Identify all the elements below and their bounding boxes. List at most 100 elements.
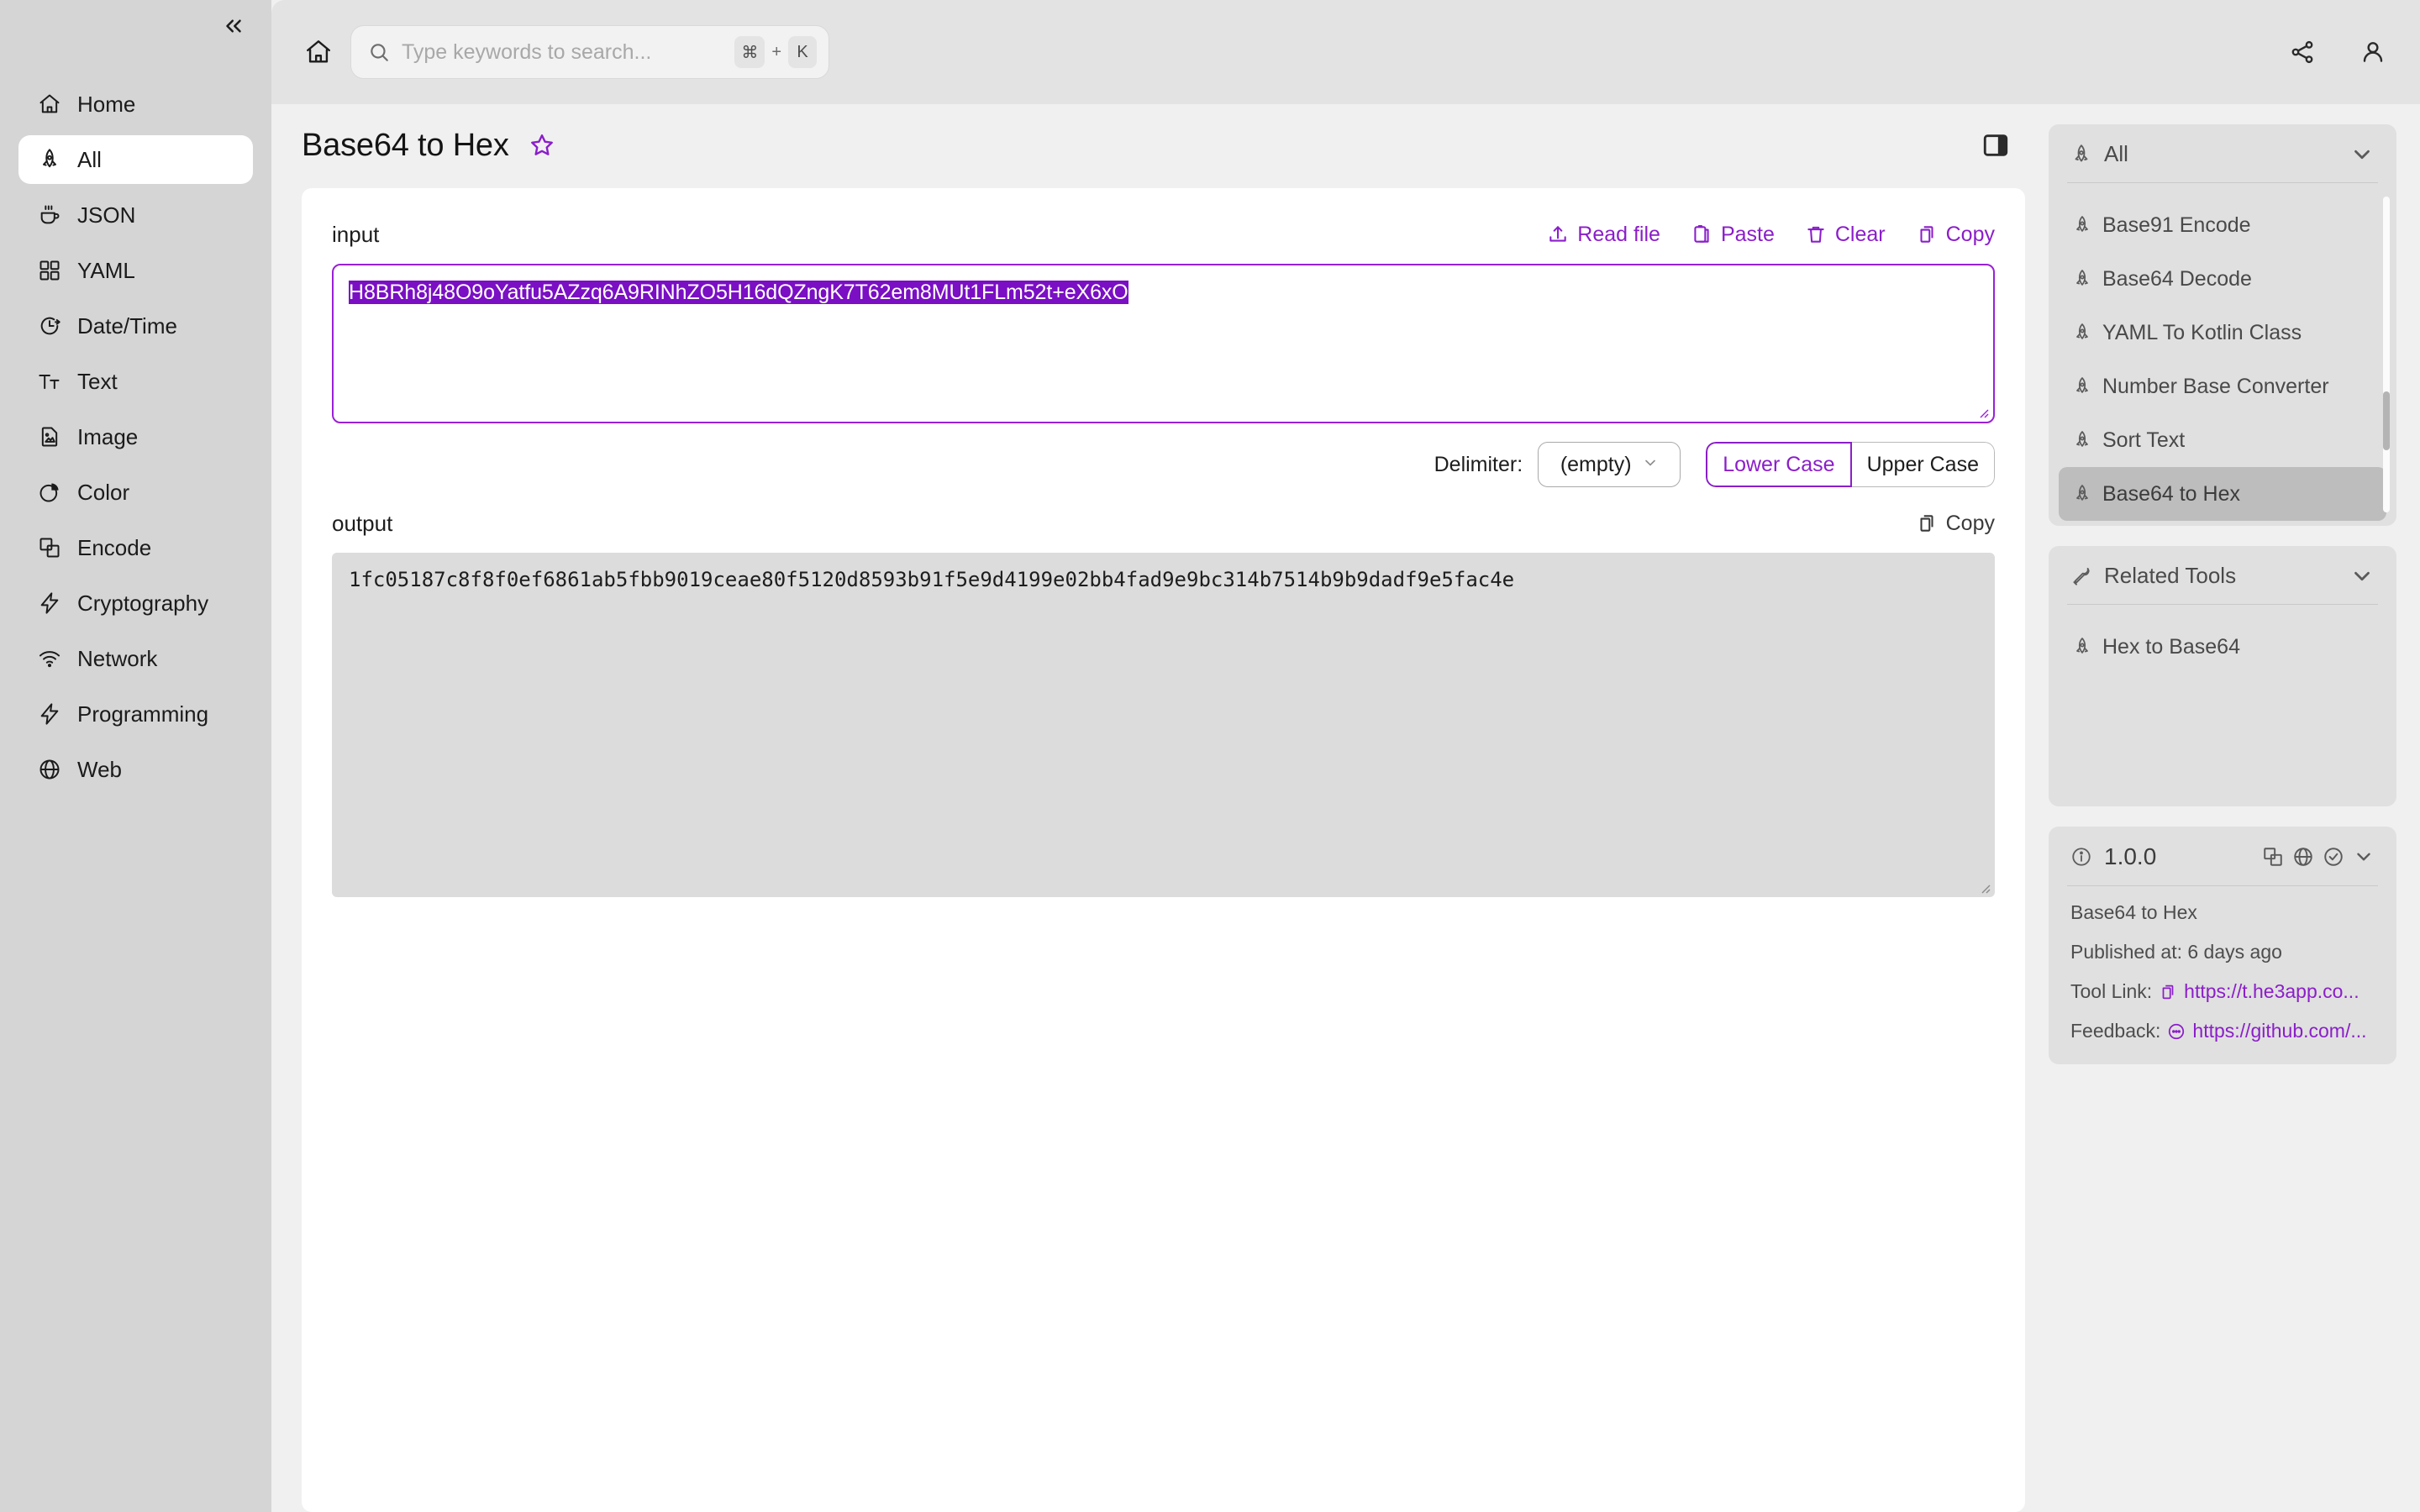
share-icon[interactable]: [2286, 35, 2319, 69]
search-input[interactable]: Type keywords to search... ⌘ + K: [350, 25, 829, 79]
sidebar-item-home[interactable]: Home: [18, 80, 253, 129]
related-panel-title: Related Tools: [2104, 563, 2237, 588]
sidebar-item-network[interactable]: Network: [18, 634, 253, 683]
kbd-command: ⌘: [734, 36, 765, 68]
tool-link[interactable]: https://t.he3app.co...: [2184, 980, 2359, 1003]
output-textarea[interactable]: 1fc05187c8f8f0ef6861ab5fbb9019ceae80f512…: [332, 553, 1995, 897]
related-tools-panel: Related Tools Hex to Base64: [2049, 546, 2396, 806]
related-panel-header[interactable]: Related Tools: [2049, 546, 2396, 604]
sidebar-item-label: Encode: [77, 534, 152, 560]
sidebar-collapse-row: [0, 0, 271, 52]
left-sidebar: Home All JSON YAML Date/Time Text Image …: [0, 0, 271, 1512]
sidebar-item-cryptography[interactable]: Cryptography: [18, 579, 253, 627]
wrench-icon: [2070, 565, 2092, 587]
output-value: 1fc05187c8f8f0ef6861ab5fbb9019ceae80f512…: [349, 568, 1515, 591]
version-panel: 1.0.0 Base64 to Hex Published at: 6 days…: [2049, 827, 2396, 1064]
resize-handle-output[interactable]: [1977, 880, 1991, 894]
clock-icon: [37, 313, 62, 339]
list-item[interactable]: Number Base Converter: [2059, 360, 2386, 413]
upper-case-button[interactable]: Upper Case: [1851, 442, 1995, 487]
layers-icon[interactable]: [2262, 846, 2284, 868]
sidebar-item-label: Text: [77, 368, 118, 394]
tool-card: input Read file Paste Clear Copy H8BRh8j…: [302, 188, 2025, 1512]
list-item[interactable]: YAML To Kotlin Class: [2059, 306, 2386, 360]
rocket-icon: [2072, 484, 2092, 504]
panel-right-icon[interactable]: [1980, 129, 2012, 161]
copy-input-button[interactable]: Copy: [1916, 223, 1995, 247]
options-row: Delimiter: (empty) Lower Case Upper Case: [332, 442, 1995, 487]
feedback-link[interactable]: https://github.com/...: [2192, 1020, 2366, 1042]
chevrons-left-icon[interactable]: [218, 10, 250, 42]
scrollbar-thumb[interactable]: [2383, 391, 2390, 450]
copy-icon[interactable]: [2159, 983, 2177, 1001]
sidebar-item-yaml[interactable]: YAML: [18, 246, 253, 295]
clear-button[interactable]: Clear: [1805, 223, 1886, 247]
message-icon[interactable]: [2167, 1022, 2186, 1041]
input-value: H8BRh8j48O9oYatfu5AZzq6A9RINhZO5H16dQZng…: [349, 281, 1128, 304]
rocket-icon: [2072, 269, 2092, 289]
tool-link-label: Tool Link:: [2070, 980, 2153, 1002]
sidebar-item-label: Image: [77, 423, 139, 449]
read-file-label: Read file: [1577, 222, 1660, 246]
input-textarea[interactable]: H8BRh8j48O9oYatfu5AZzq6A9RINhZO5H16dQZng…: [332, 264, 1995, 423]
scrollbar-track[interactable]: [2383, 197, 2390, 512]
read-file-button[interactable]: Read file: [1547, 223, 1660, 247]
resize-handle[interactable]: [1975, 405, 1989, 418]
list-item[interactable]: YAML To CSV: [2059, 521, 2386, 526]
feedback-row: Feedback: https://github.com/...: [2070, 1020, 2375, 1042]
clipboard-icon: [1694, 225, 1709, 243]
sidebar-item-label: JSON: [77, 202, 136, 228]
sidebar-item-label: YAML: [77, 257, 135, 283]
sidebar-item-encode[interactable]: Encode: [18, 523, 253, 572]
chevron-down-icon: [1642, 454, 1659, 475]
related-tools-list: Hex to Base64: [2049, 605, 2396, 806]
sidebar-item-programming[interactable]: Programming: [18, 690, 253, 738]
list-item-label: Base64 to Hex: [2102, 481, 2240, 506]
rocket-icon: [2070, 144, 2092, 165]
lower-case-button[interactable]: Lower Case: [1706, 442, 1852, 487]
list-item-label: Base91 Encode: [2102, 213, 2251, 237]
sidebar-nav: Home All JSON YAML Date/Time Text Image …: [0, 52, 271, 794]
rocket-icon: [2072, 637, 2092, 657]
star-icon[interactable]: [528, 131, 556, 160]
list-item-hex-to-base64[interactable]: Hex to Base64: [2059, 620, 2386, 674]
sidebar-item-datetime[interactable]: Date/Time: [18, 302, 253, 350]
chevron-down-icon[interactable]: [2349, 564, 2375, 589]
right-rail: All Base91 Encode Base64 Decode YAML To …: [2049, 104, 2420, 1512]
delimiter-select[interactable]: (empty): [1538, 442, 1681, 487]
chevron-down-icon[interactable]: [2353, 846, 2375, 868]
search-shortcut: ⌘ + K: [734, 36, 817, 68]
user-icon[interactable]: [2356, 35, 2390, 69]
version-number: 1.0.0: [2104, 843, 2157, 869]
info-circle-icon: [2070, 846, 2092, 868]
home-icon[interactable]: [297, 30, 340, 74]
paste-button[interactable]: Paste: [1691, 223, 1775, 247]
search-placeholder: Type keywords to search...: [402, 39, 652, 64]
version-panel-header: 1.0.0: [2049, 827, 2396, 885]
top-bar: Type keywords to search... ⌘ + K: [271, 0, 2420, 104]
title-row: Base64 to Hex: [271, 104, 2049, 175]
grid-icon: [37, 258, 62, 283]
chevron-down-icon[interactable]: [2349, 142, 2375, 167]
list-item-base64-to-hex[interactable]: Base64 to Hex: [2059, 467, 2386, 521]
sidebar-item-json[interactable]: JSON: [18, 191, 253, 239]
check-circle-icon[interactable]: [2323, 846, 2344, 868]
bolt-icon: [37, 591, 62, 616]
sidebar-item-color[interactable]: Color: [18, 468, 253, 517]
all-panel-header[interactable]: All: [2049, 124, 2396, 182]
sidebar-item-text[interactable]: Text: [18, 357, 253, 406]
list-item[interactable]: Base64 Decode: [2059, 252, 2386, 306]
sidebar-item-image[interactable]: Image: [18, 412, 253, 461]
list-item-label: YAML To Kotlin Class: [2102, 320, 2302, 344]
sidebar-item-web[interactable]: Web: [18, 745, 253, 794]
list-item[interactable]: Sort Text: [2059, 413, 2386, 467]
list-item[interactable]: Base91 Encode: [2059, 198, 2386, 252]
version-body: Base64 to Hex Published at: 6 days ago T…: [2049, 886, 2396, 1064]
sidebar-item-label: Web: [77, 756, 122, 782]
sidebar-item-all[interactable]: All: [18, 135, 253, 184]
rocket-icon: [2072, 376, 2092, 396]
kbd-plus: +: [771, 42, 781, 61]
copy-output-button[interactable]: Copy: [1916, 512, 1995, 536]
sidebar-item-label: All: [77, 146, 102, 172]
globe-icon[interactable]: [2292, 846, 2314, 868]
